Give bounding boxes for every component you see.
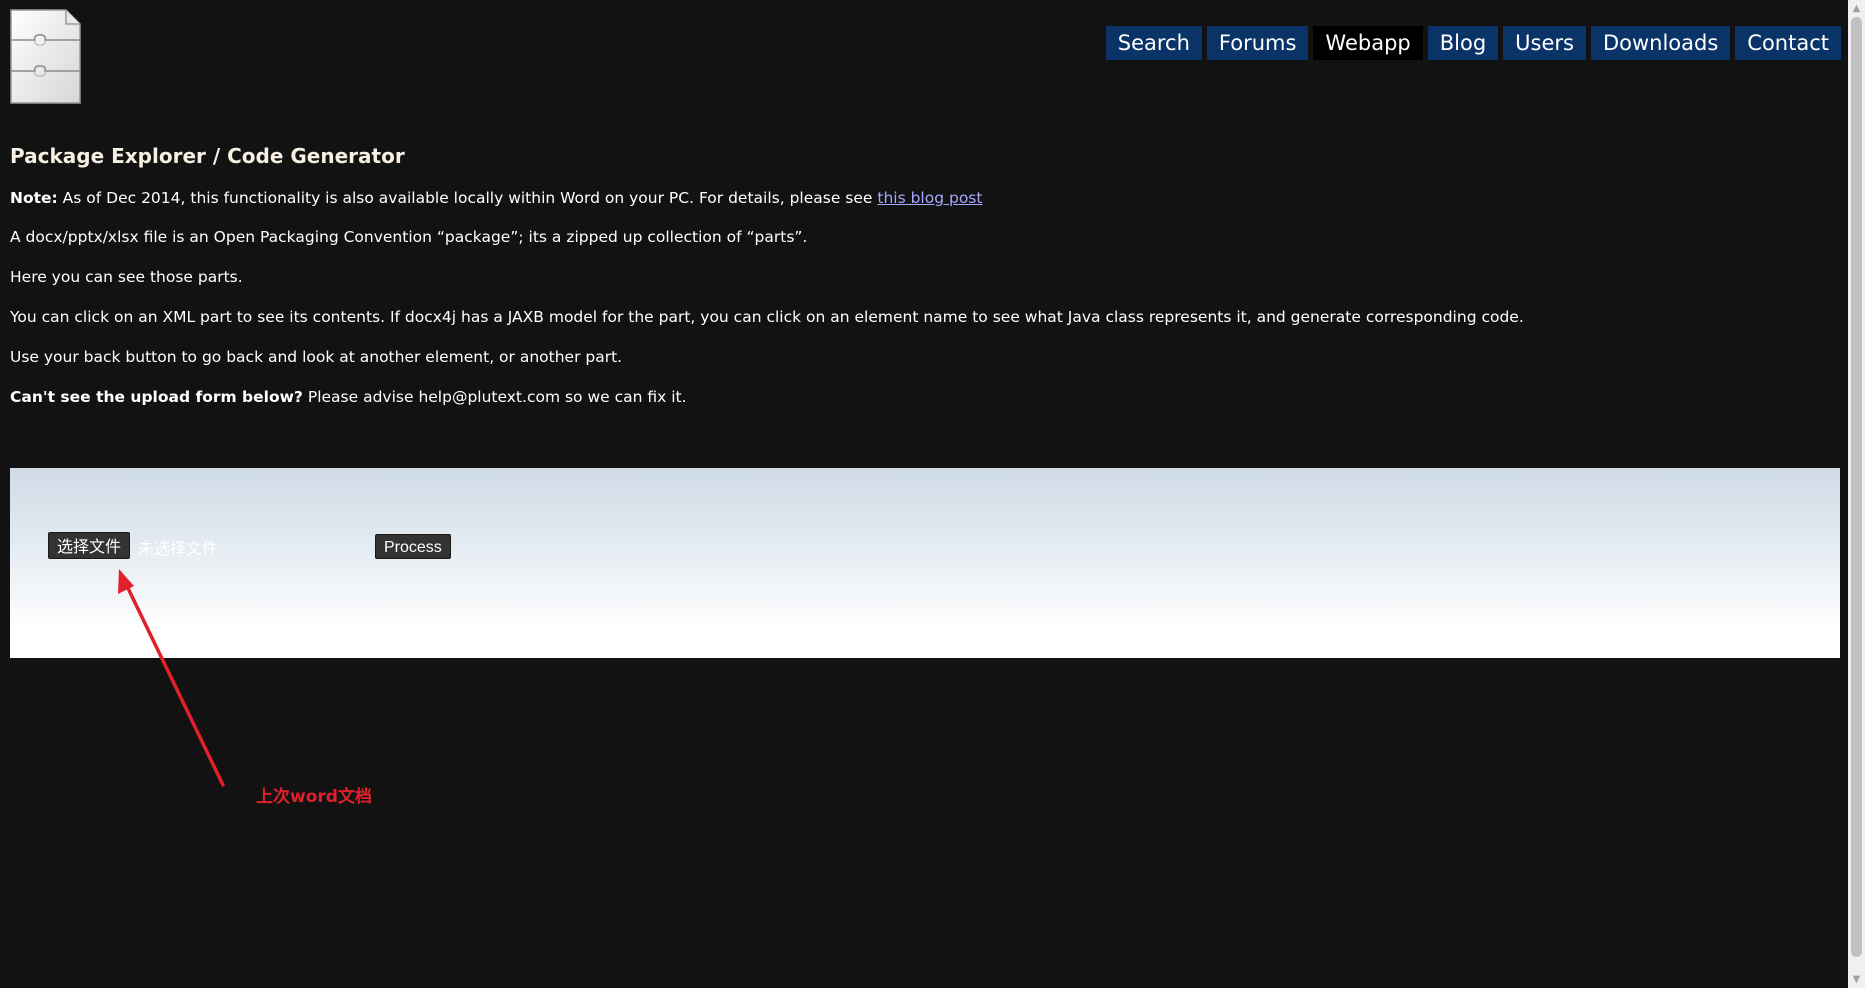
- parts-description: Here you can see those parts.: [10, 268, 243, 286]
- note-text: As of Dec 2014, this functionality is al…: [57, 189, 878, 207]
- scroll-up-icon[interactable]: ▲: [1848, 0, 1865, 17]
- file-status-text: 未选择文件: [138, 539, 219, 558]
- nav-webapp[interactable]: Webapp: [1313, 26, 1423, 60]
- scroll-down-icon[interactable]: ▼: [1848, 971, 1865, 988]
- nav-blog[interactable]: Blog: [1427, 26, 1499, 60]
- upload-help-text: Please advise help@plutext.com so we can…: [302, 388, 687, 406]
- upload-help-label: Can't see the upload form below?: [10, 388, 303, 406]
- back-button-instructions: Use your back button to go back and look…: [10, 348, 623, 366]
- annotation-label: 上次word文档: [256, 787, 372, 807]
- upload-help-paragraph: Can't see the upload form below? Please …: [10, 387, 687, 407]
- nav-downloads[interactable]: Downloads: [1590, 26, 1731, 60]
- nav-forums[interactable]: Forums: [1206, 26, 1309, 60]
- vertical-scrollbar[interactable]: ▲ ▼: [1848, 0, 1865, 988]
- upload-form: 选择文件 未选择文件 Process: [10, 468, 1840, 658]
- main-content: Package Explorer / Code Generator Note: …: [10, 140, 1840, 406]
- page: Search Forums Webapp Blog Users Download…: [0, 0, 1865, 988]
- note-label: Note:: [10, 189, 58, 207]
- nav-contact[interactable]: Contact: [1735, 26, 1841, 60]
- page-title: Package Explorer / Code Generator: [10, 144, 405, 168]
- xml-part-instructions: You can click on an XML part to see its …: [10, 308, 1524, 326]
- main-nav: Search Forums Webapp Blog Users Download…: [1105, 26, 1841, 60]
- scrollbar-thumb[interactable]: [1851, 17, 1862, 957]
- choose-file-button[interactable]: 选择文件: [48, 532, 131, 559]
- nav-users[interactable]: Users: [1503, 26, 1586, 60]
- note-paragraph: Note: As of Dec 2014, this functionality…: [10, 188, 982, 208]
- blog-post-link[interactable]: this blog post: [877, 189, 982, 207]
- nav-search[interactable]: Search: [1105, 26, 1202, 60]
- package-description: A docx/pptx/xlsx file is an Open Packagi…: [10, 228, 808, 246]
- process-button[interactable]: Process: [375, 534, 451, 559]
- puzzle-document-icon[interactable]: [10, 9, 81, 104]
